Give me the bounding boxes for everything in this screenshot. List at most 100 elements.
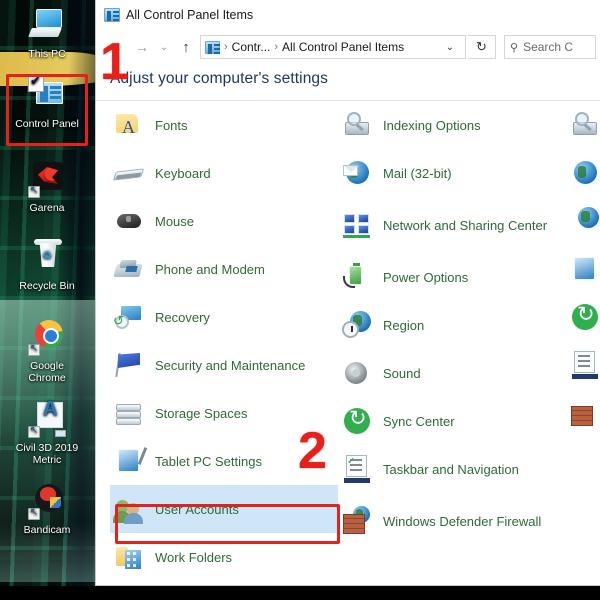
annotation-box-control-panel	[6, 74, 88, 146]
clipped-icon	[570, 302, 600, 332]
region-icon	[342, 310, 372, 340]
item-security-and-maintenance[interactable]: Security and Maintenance	[110, 341, 338, 389]
window-title: All Control Panel Items	[126, 8, 253, 22]
desktop-icon-label: Garena	[2, 202, 92, 214]
item-indexing-options[interactable]: Indexing Options	[338, 101, 566, 149]
clipped-item[interactable]	[566, 293, 600, 341]
security-and-maintenance-icon	[114, 350, 144, 380]
desktop-icon-civil-3d[interactable]: Civil 3D 2019 Metric	[2, 400, 92, 466]
item-label: Indexing Options	[383, 118, 481, 133]
clipped-item[interactable]	[566, 341, 600, 389]
item-windows-defender-firewall[interactable]: Windows Defender Firewall	[338, 493, 566, 549]
refresh-button[interactable]: ↻	[468, 35, 496, 59]
power-options-icon	[342, 262, 372, 292]
navigation-bar: ← → ⌄ ↑ › Contr... › All Control Panel I…	[96, 30, 600, 64]
search-box[interactable]: ⚲ Search C	[504, 35, 596, 59]
forward-button[interactable]: →	[130, 35, 154, 59]
item-label: Taskbar and Navigation	[383, 462, 519, 477]
item-fonts[interactable]: Fonts	[110, 101, 338, 149]
tablet-pc-settings-icon	[114, 446, 144, 476]
item-label: Windows Defender Firewall	[383, 514, 541, 529]
item-keyboard[interactable]: Keyboard	[110, 149, 338, 197]
page-title: Adjust your computer's settings	[110, 70, 600, 88]
items-column-3-clipped	[566, 101, 600, 581]
item-region[interactable]: Region	[338, 301, 566, 349]
desktop-icon-label: Civil 3D 2019	[2, 442, 92, 454]
taskbar[interactable]	[0, 586, 600, 600]
mouse-icon	[114, 206, 144, 236]
search-icon: ⚲	[510, 41, 518, 54]
desktop-icon-label: This PC	[2, 48, 92, 60]
address-chevron-down-icon[interactable]: ⌄	[437, 42, 463, 53]
annotation-step-2: 2	[298, 425, 327, 477]
clipped-item[interactable]	[566, 149, 600, 197]
item-label: Keyboard	[155, 166, 211, 181]
clipped-item[interactable]	[566, 101, 600, 149]
search-input-placeholder[interactable]: Search C	[523, 40, 573, 54]
sound-icon	[342, 358, 372, 388]
item-label: Network and Sharing Center	[383, 218, 547, 233]
item-label: Power Options	[383, 270, 468, 285]
annotation-step-1: 1	[100, 36, 129, 88]
breadcrumb-separator: ›	[224, 41, 228, 53]
desktop-icon-recycle-bin[interactable]: Recycle Bin	[2, 238, 92, 292]
item-phone-and-modem[interactable]: Phone and Modem	[110, 245, 338, 293]
clipped-item[interactable]	[566, 245, 600, 293]
control-panel-icon	[104, 8, 120, 22]
item-taskbar-and-navigation[interactable]: Taskbar and Navigation	[338, 445, 566, 493]
desktop-icon-this-pc[interactable]: This PC	[2, 6, 92, 60]
address-bar[interactable]: › Contr... › All Control Panel Items ⌄	[200, 35, 466, 59]
clipped-icon	[570, 254, 600, 284]
breadcrumb-item-control-panel[interactable]: Contr...	[232, 40, 271, 54]
items-column-2: Indexing Options Mail (32-bit) Network a…	[338, 101, 566, 581]
phone-and-modem-icon	[114, 254, 144, 284]
desktop-icon-label-line2: Metric	[2, 454, 92, 466]
breadcrumb-item-all-items[interactable]: All Control Panel Items	[282, 40, 404, 54]
garena-icon	[26, 160, 68, 200]
window-title-bar: All Control Panel Items	[96, 0, 600, 30]
item-label: Mail (32-bit)	[383, 166, 452, 181]
item-power-options[interactable]: Power Options	[338, 253, 566, 301]
annotation-box-user-accounts	[115, 504, 340, 544]
recovery-icon	[114, 302, 144, 332]
indexing-options-icon	[342, 110, 372, 140]
windows-defender-firewall-icon	[342, 506, 372, 536]
clipped-item[interactable]	[566, 389, 600, 437]
mail-icon	[342, 158, 372, 188]
item-sound[interactable]: Sound	[338, 349, 566, 397]
fonts-icon	[114, 110, 144, 140]
item-mail[interactable]: Mail (32-bit)	[338, 149, 566, 197]
desktop-icon-label-line2: Chrome	[2, 372, 92, 384]
item-label: Sound	[383, 366, 421, 381]
item-label: Security and Maintenance	[155, 358, 305, 373]
clipped-item[interactable]	[566, 197, 600, 245]
bandicam-icon	[26, 482, 68, 522]
item-label: Storage Spaces	[155, 406, 248, 421]
item-label: Mouse	[155, 214, 194, 229]
desktop-icon-bandicam[interactable]: Bandicam	[2, 482, 92, 536]
item-network-and-sharing-center[interactable]: Network and Sharing Center	[338, 197, 566, 253]
recent-locations-chevron-down-icon[interactable]: ⌄	[156, 35, 172, 59]
civil-3d-icon	[26, 400, 68, 440]
storage-spaces-icon	[114, 398, 144, 428]
sync-center-icon	[342, 406, 372, 436]
network-and-sharing-center-icon	[342, 210, 372, 240]
item-mouse[interactable]: Mouse	[110, 197, 338, 245]
item-label: Sync Center	[383, 414, 455, 429]
recycle-bin-icon	[26, 238, 68, 278]
up-button[interactable]: ↑	[174, 35, 198, 59]
item-label: Phone and Modem	[155, 262, 265, 277]
taskbar-and-navigation-icon	[342, 454, 372, 484]
desktop-icon-google-chrome[interactable]: Google Chrome	[2, 318, 92, 384]
control-panel-icon	[205, 41, 220, 54]
desktop-icon-garena[interactable]: Garena	[2, 160, 92, 214]
heading-area: Adjust your computer's settings	[96, 64, 600, 98]
item-label: Tablet PC Settings	[155, 454, 262, 469]
item-sync-center[interactable]: Sync Center	[338, 397, 566, 445]
item-recovery[interactable]: Recovery	[110, 293, 338, 341]
desktop-icon-label: Google	[2, 360, 92, 372]
work-folders-icon	[114, 542, 144, 572]
keyboard-icon	[114, 158, 144, 188]
clipped-icon	[570, 110, 600, 140]
desktop-icon-label: Recycle Bin	[2, 280, 92, 292]
